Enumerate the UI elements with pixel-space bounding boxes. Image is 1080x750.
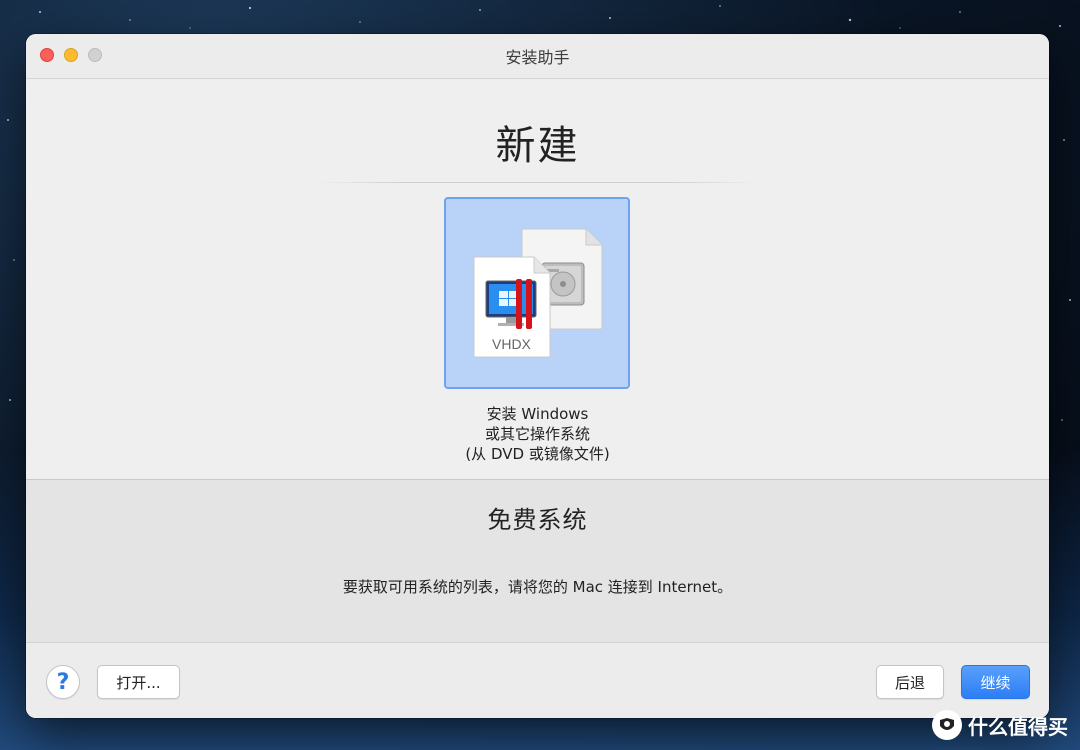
watermark: 什么值得买 bbox=[932, 710, 1068, 740]
free-systems-message: 要获取可用系统的列表，请将您的 Mac 连接到 Internet。 bbox=[342, 578, 733, 596]
watermark-text: 什么值得买 bbox=[968, 714, 1068, 739]
minimize-window-button[interactable] bbox=[64, 48, 78, 62]
free-systems-title: 免费系统 bbox=[487, 506, 588, 534]
help-button[interactable]: ? bbox=[46, 665, 80, 699]
new-section: 新建 VHDX 安装 Windows 或其它操作系统 (从 DVD 或镜像文件) bbox=[26, 79, 1049, 479]
title-bar[interactable]: 安装助手 bbox=[26, 34, 1049, 79]
install-option-line-1: 安装 Windows bbox=[486, 405, 589, 423]
vhdx-badge: VHDX bbox=[492, 336, 532, 352]
install-option-label: 安装 Windows 或其它操作系统 (从 DVD 或镜像文件) bbox=[26, 404, 1049, 464]
back-button[interactable]: 后退 bbox=[876, 665, 944, 699]
free-systems-section: 免费系统 要获取可用系统的列表，请将您的 Mac 连接到 Internet。 bbox=[26, 479, 1049, 643]
open-button[interactable]: 打开... bbox=[97, 665, 180, 699]
install-option-line-3: (从 DVD 或镜像文件) bbox=[465, 445, 610, 463]
close-window-button[interactable] bbox=[40, 48, 54, 62]
install-from-image-icon: VHDX bbox=[473, 228, 603, 358]
smzdm-logo-icon bbox=[932, 710, 962, 740]
zoom-window-button[interactable] bbox=[88, 48, 102, 62]
continue-button[interactable]: 继续 bbox=[961, 665, 1030, 699]
window-title: 安装助手 bbox=[505, 48, 570, 67]
divider bbox=[316, 182, 759, 183]
installation-assistant-window: 安装助手 新建 VHDX 安装 Windows 或其它操作系统 (从 DVD 或… bbox=[26, 34, 1049, 718]
footer-bar: ? 打开... 后退 继续 bbox=[26, 642, 1049, 718]
install-windows-option[interactable]: VHDX bbox=[444, 197, 630, 389]
page-title: 新建 bbox=[495, 123, 580, 169]
window-controls bbox=[40, 48, 102, 62]
install-option-line-2: 或其它操作系统 bbox=[484, 425, 590, 443]
